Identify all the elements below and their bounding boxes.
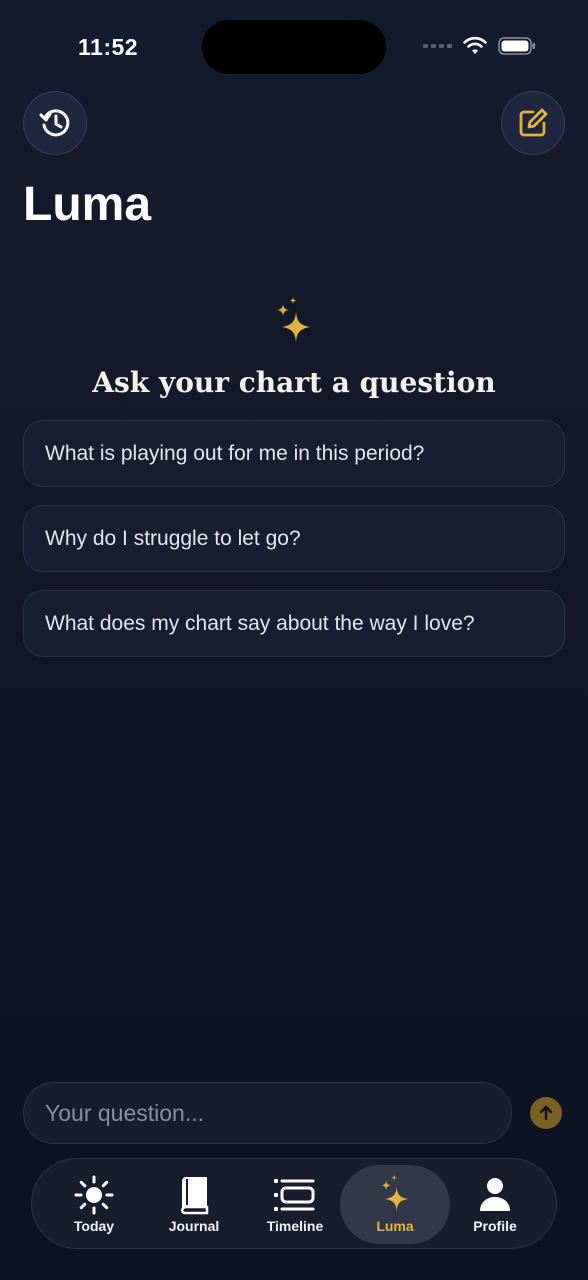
tab-label: Journal xyxy=(168,1218,220,1234)
tab-profile[interactable]: Profile xyxy=(440,1165,550,1244)
suggestion-list: What is playing out for me in this perio… xyxy=(23,420,565,675)
suggestion-label: What is playing out for me in this perio… xyxy=(45,441,425,465)
tab-today[interactable]: Today xyxy=(39,1165,149,1244)
page-title: Luma xyxy=(23,178,152,231)
book-icon xyxy=(180,1177,209,1215)
arrow-up-icon xyxy=(539,1105,553,1121)
tab-bar: Today Journal Timeline Luma Profile xyxy=(31,1158,557,1249)
suggestion-chip[interactable]: What is playing out for me in this perio… xyxy=(23,420,565,487)
hero-title: Ask your chart a question xyxy=(92,366,496,399)
sparkles-icon xyxy=(381,1174,408,1212)
send-button[interactable] xyxy=(530,1097,562,1129)
sun-icon xyxy=(74,1175,114,1215)
wifi-icon xyxy=(463,36,487,54)
tab-luma[interactable]: Luma xyxy=(340,1165,450,1244)
suggestion-chip[interactable]: What does my chart say about the way I l… xyxy=(23,590,565,657)
status-icons xyxy=(423,36,536,56)
history-button[interactable] xyxy=(23,91,87,155)
person-icon xyxy=(480,1178,510,1211)
status-bar: 11:52 xyxy=(0,0,588,96)
composer xyxy=(23,1082,565,1144)
suggestion-label: What does my chart say about the way I l… xyxy=(45,611,475,635)
tab-label: Timeline xyxy=(266,1218,324,1234)
question-input[interactable] xyxy=(23,1082,512,1144)
tab-label: Luma xyxy=(376,1218,414,1234)
tab-label: Profile xyxy=(473,1218,517,1234)
suggestion-chip[interactable]: Why do I struggle to let go? xyxy=(23,505,565,572)
sparkles-icon xyxy=(277,297,310,342)
new-chat-button[interactable] xyxy=(501,91,565,155)
tab-label: Today xyxy=(73,1218,115,1234)
tab-timeline[interactable]: Timeline xyxy=(240,1165,350,1244)
compose-icon xyxy=(519,108,548,137)
suggestion-label: Why do I struggle to let go? xyxy=(45,526,301,550)
cellular-signal-icon xyxy=(423,44,452,48)
dynamic-island xyxy=(202,20,386,74)
status-time: 11:52 xyxy=(78,34,139,60)
battery-icon xyxy=(498,37,535,55)
history-icon xyxy=(39,109,70,137)
timeline-icon xyxy=(274,1179,315,1211)
tab-journal[interactable]: Journal xyxy=(139,1165,249,1244)
